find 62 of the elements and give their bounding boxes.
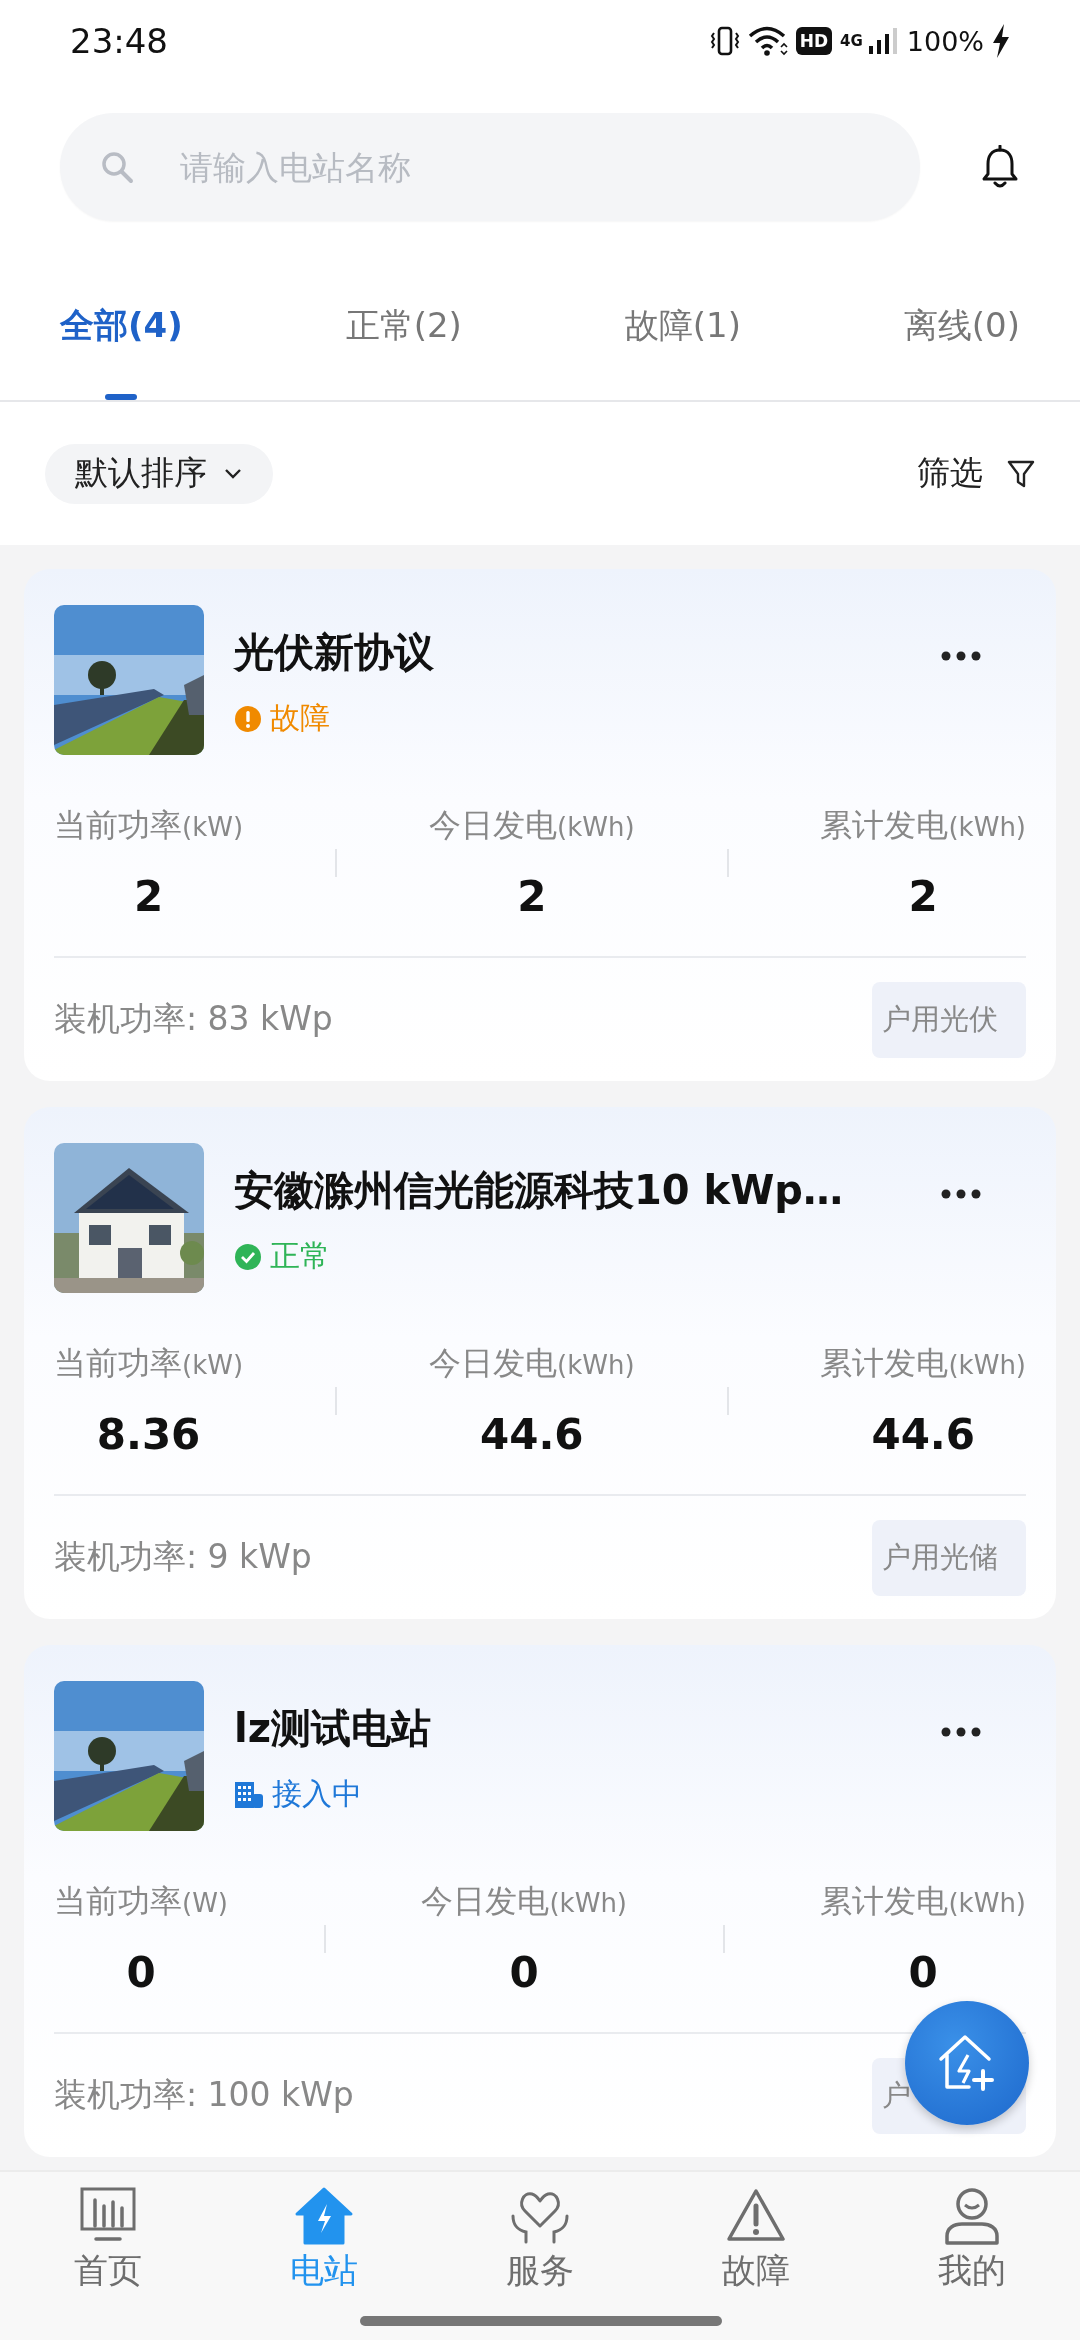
installed-capacity: 装机功率: 9 kWp	[54, 1536, 312, 1578]
installed-capacity: 装机功率: 100 kWp	[54, 2074, 354, 2116]
station-type-tag: 户用光伏	[872, 981, 1026, 1058]
warning-icon	[234, 704, 262, 733]
metric-value: 2	[517, 872, 547, 921]
chevron-down-icon	[223, 467, 243, 480]
metric-label: 累计发电(kWh)	[820, 1343, 1026, 1384]
metric-label: 当前功率(kW)	[54, 805, 244, 846]
station-name: 光伏新协议	[234, 628, 435, 677]
station-type-tag: 户用光储	[872, 1519, 1026, 1596]
filter-icon	[1007, 458, 1035, 489]
station-card[interactable]: 光伏新协议 故障 当前功率(kW) 2 今日发电(kWh) 2 累计发电(kWh) 2 装机功率: 83 kWp 户用光伏	[24, 569, 1056, 1081]
status-label: 接入中	[272, 1775, 362, 1813]
wifi-icon	[747, 25, 788, 57]
user-icon	[942, 2186, 1002, 2246]
sort-dropdown[interactable]: 默认排序	[45, 443, 273, 504]
signal-icon	[866, 26, 899, 56]
metric-label: 今日发电(kWh)	[429, 805, 635, 846]
more-icon	[941, 651, 981, 661]
bell-icon	[980, 145, 1020, 189]
more-icon	[941, 1727, 981, 1737]
metric-value: 44.6	[479, 1410, 584, 1459]
status-label: 故障	[270, 699, 330, 737]
filter-tab[interactable]: 离线(0)	[903, 252, 1020, 400]
station-name: lz测试电站	[234, 1704, 432, 1753]
status-label: 正常	[270, 1237, 330, 1275]
metric-value: 0	[126, 1948, 156, 1997]
filter-tab[interactable]: 故障(1)	[624, 252, 741, 400]
nav-tab[interactable]: 我的	[902, 2186, 1042, 2294]
metric-value: 0	[908, 1948, 938, 1997]
battery-level: 100%	[906, 25, 984, 57]
station-card[interactable]: 安徽滁州信光能源科技10 kWp… 正常 当前功率(kW) 8.36 今日发电(kWh) 44.6 累计发电(kWh) 44.6 装机功率: 9 kWp 户用光储	[24, 1107, 1056, 1619]
station-name: 安徽滁州信光能源科技10 kWp…	[234, 1166, 844, 1215]
metric-label: 今日发电(kWh)	[421, 1881, 627, 1922]
metric-value: 2	[908, 872, 938, 921]
nav-tab[interactable]: 服务	[470, 2186, 610, 2294]
metric-label: 累计发电(kWh)	[820, 805, 1026, 846]
nav-tab[interactable]: 首页	[38, 2186, 178, 2294]
nav-tab[interactable]: 故障	[686, 2186, 826, 2294]
building-icon	[234, 1780, 264, 1809]
filter-button[interactable]: 筛选	[917, 451, 1035, 496]
status-time: 23:48	[70, 21, 168, 61]
filter-tab[interactable]: 全部(4)	[60, 252, 183, 400]
nav-tab[interactable]: 电站	[254, 2186, 394, 2294]
metric-value: 44.6	[871, 1410, 976, 1459]
metric-label: 累计发电(kWh)	[820, 1881, 1026, 1922]
house-bolt-icon	[294, 2186, 354, 2246]
network-type: 4G	[840, 32, 863, 50]
metric-value: 2	[133, 872, 164, 921]
check-icon	[234, 1242, 262, 1271]
installed-capacity: 装机功率: 83 kWp	[54, 998, 333, 1040]
metric-value: 8.36	[96, 1410, 201, 1459]
filter-tab[interactable]: 正常(2)	[345, 252, 462, 400]
metric-label: 当前功率(kW)	[54, 1343, 244, 1384]
metric-label: 当前功率(W)	[54, 1881, 228, 1922]
vibrate-icon	[709, 25, 740, 57]
metric-label: 今日发电(kWh)	[429, 1343, 635, 1384]
station-card[interactable]: lz测试电站 接入中 当前功率(W) 0 今日发电(kWh) 0 累计发电(kWh) 0 装机功率: 100 kWp 户	[24, 1645, 1056, 2157]
hd-badge: HD	[795, 27, 833, 55]
metric-value: 0	[509, 1948, 539, 1997]
search-field[interactable]: 请输入电站名称	[60, 113, 920, 221]
more-icon	[941, 1189, 981, 1199]
